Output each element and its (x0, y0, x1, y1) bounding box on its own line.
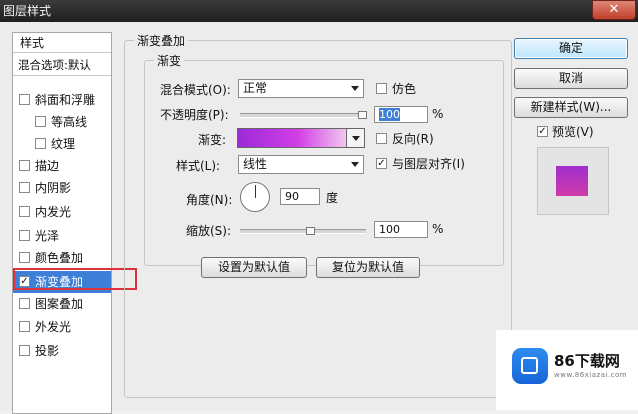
sidebar-item-outer-glow[interactable]: 外发光 (13, 316, 111, 338)
blend-mode-value: 正常 (243, 81, 268, 95)
blend-mode-label: 混合模式(O): (160, 83, 231, 97)
highlight-annotation (13, 268, 137, 290)
cancel-button[interactable]: 取消 (514, 68, 628, 89)
sidebar-item-label: 光泽 (35, 229, 60, 243)
color-overlay-checkbox[interactable] (19, 252, 30, 263)
chevron-down-icon (351, 86, 359, 91)
reverse-checkbox[interactable] (376, 133, 387, 144)
close-button[interactable]: ✕ (592, 0, 636, 20)
style-value: 线性 (243, 157, 268, 171)
angle-input[interactable]: 90 (280, 188, 320, 205)
dither-checkbox[interactable] (376, 83, 387, 94)
styles-list: 样式 混合选项:默认 斜面和浮雕 等高线 纹理 描边 内阴影 内发光 光泽 颜色… (12, 32, 112, 414)
box-logo-icon (512, 348, 548, 384)
sidebar-item-color-overlay[interactable]: 颜色叠加 (13, 247, 111, 269)
angle-degree-unit: 度 (326, 191, 339, 205)
title-bar: 图层样式 ✕ (0, 0, 638, 22)
sidebar-item-label: 内发光 (35, 205, 72, 219)
angle-value: 90 (285, 190, 299, 203)
sidebar-item-texture[interactable]: 纹理 (13, 133, 111, 155)
scale-value: 100 (379, 223, 400, 236)
sidebar-item-label: 描边 (35, 159, 60, 173)
watermark: 86下载网 www.86xiazai.com (496, 330, 638, 410)
gradient-label: 渐变: (198, 133, 227, 147)
scale-input[interactable]: 100 (374, 221, 428, 238)
drop-shadow-checkbox[interactable] (19, 345, 30, 356)
pattern-overlay-checkbox[interactable] (19, 298, 30, 309)
sidebar-item-label: 等高线 (51, 115, 88, 129)
sidebar-item-pattern-overlay[interactable]: 图案叠加 (13, 293, 111, 315)
inner-shadow-checkbox[interactable] (19, 182, 30, 193)
opacity-percent: % (432, 107, 444, 121)
stroke-checkbox[interactable] (19, 160, 30, 171)
window-title: 图层样式 (3, 4, 52, 18)
opacity-input[interactable]: 100 (374, 106, 428, 123)
angle-dial[interactable] (240, 182, 270, 212)
preview-swatch (556, 166, 588, 196)
sidebar-item-label: 外发光 (35, 320, 72, 334)
align-with-layer-label: 与图层对齐(I) (392, 157, 465, 171)
new-style-button[interactable]: 新建样式(W)... (514, 97, 628, 118)
blend-mode-select[interactable]: 正常 (238, 79, 364, 98)
scale-label: 缩放(S): (186, 224, 232, 238)
satin-checkbox[interactable] (19, 230, 30, 241)
reset-default-button[interactable]: 复位为默认值 (316, 257, 420, 278)
style-select[interactable]: 线性 (238, 155, 364, 174)
preview-checkbox[interactable]: ✓ (537, 126, 548, 137)
watermark-brand: 86下载网 (554, 352, 620, 370)
sidebar-item-drop-shadow[interactable]: 投影 (13, 340, 111, 362)
sidebar-item-inner-shadow[interactable]: 内阴影 (13, 177, 111, 199)
inner-glow-checkbox[interactable] (19, 206, 30, 217)
preview-label: 预览(V) (552, 125, 594, 139)
gradient-subgroup-title: 渐变 (157, 54, 182, 68)
scale-percent: % (432, 222, 444, 236)
gradient-swatch[interactable] (237, 128, 347, 148)
opacity-slider[interactable] (240, 111, 367, 119)
sidebar-item-satin[interactable]: 光泽 (13, 225, 111, 247)
sidebar-item-label: 投影 (35, 344, 60, 358)
styles-header: 样式 (13, 33, 111, 53)
sidebar-item-inner-glow[interactable]: 内发光 (13, 201, 111, 223)
blend-options-item[interactable]: 混合选项:默认 (13, 54, 111, 76)
opacity-slider-thumb[interactable] (358, 111, 367, 119)
bevel-checkbox[interactable] (19, 94, 30, 105)
opacity-label: 不透明度(P): (160, 108, 229, 122)
sidebar-item-label: 内阴影 (35, 181, 72, 195)
angle-label: 角度(N): (186, 193, 233, 207)
chevron-down-icon (351, 162, 359, 167)
style-label: 样式(L): (176, 159, 221, 173)
outer-glow-checkbox[interactable] (19, 321, 30, 332)
sidebar-item-contour[interactable]: 等高线 (13, 111, 111, 133)
chevron-down-icon (352, 136, 360, 141)
sidebar-item-label: 颜色叠加 (35, 251, 84, 265)
style-preview (537, 147, 609, 215)
sidebar-item-bevel-emboss[interactable]: 斜面和浮雕 (13, 89, 111, 111)
angle-needle (255, 185, 256, 198)
gradient-picker-button[interactable] (346, 128, 365, 148)
texture-checkbox[interactable] (35, 138, 46, 149)
ok-button[interactable]: 确定 (514, 38, 628, 59)
watermark-url: www.86xiazai.com (554, 371, 628, 379)
sidebar-item-stroke[interactable]: 描边 (13, 155, 111, 177)
gradient-overlay-title: 渐变叠加 (137, 34, 186, 48)
scale-slider-thumb[interactable] (306, 227, 315, 235)
reverse-label: 反向(R) (392, 132, 434, 146)
sidebar-item-label: 图案叠加 (35, 297, 84, 311)
make-default-button[interactable]: 设置为默认值 (201, 257, 307, 278)
sidebar-item-label: 纹理 (51, 137, 76, 151)
sidebar-item-label: 斜面和浮雕 (35, 93, 96, 107)
opacity-value: 100 (379, 108, 400, 121)
contour-checkbox[interactable] (35, 116, 46, 127)
scale-slider[interactable] (240, 227, 366, 235)
align-with-layer-checkbox[interactable]: ✓ (376, 158, 387, 169)
dither-label: 仿色 (392, 82, 417, 96)
